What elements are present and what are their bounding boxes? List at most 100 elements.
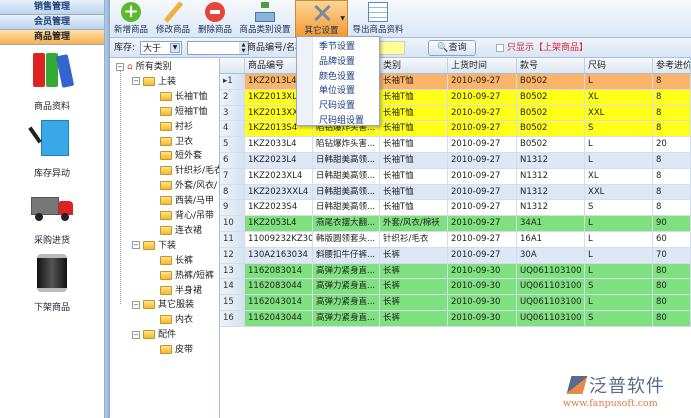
table-row[interactable]: 2 1KZ2013XL4 长袖T恤 2010-09-27 B0502 XL 8 (220, 89, 691, 106)
cell: 高弹力紧身直... (316, 281, 376, 292)
nav-section-sales[interactable]: 销售管理 (0, 0, 104, 15)
tree-node-category[interactable]: 外套/风衣/ (160, 179, 217, 193)
magnifier-icon: 🔍 (437, 43, 449, 53)
column-header[interactable]: 尺码 (585, 58, 653, 73)
nav-item-delisted[interactable]: 下架商品 (0, 252, 104, 313)
table-row[interactable]: 5 1KZ2033L4 陷钻爆炸头害... 长袖T恤 2010-09-27 B0502 L 2… (220, 137, 691, 153)
table-row[interactable]: 7 1KZ2023XL4 日韩甜美高领... 长袖T恤 2010-09-27 N1312 X… (220, 168, 691, 185)
tree-node-group[interactable]: − 配件 (132, 328, 176, 342)
tree-node-category[interactable]: 衬衫 (160, 120, 193, 134)
tree-node-category[interactable]: 内衣 (160, 313, 193, 327)
menu-item[interactable]: 尺码设置 (319, 99, 355, 113)
cell: 20 (656, 139, 667, 150)
only-show-label: 只显示【上架商品】 (507, 43, 589, 53)
delete-product-button[interactable]: 删除商品 (194, 0, 236, 38)
table-row[interactable]: 9 1KZ2023S4 日韩甜美高领... 长袖T恤 2010-09-27 N1312 S 8 (220, 200, 691, 217)
table-row[interactable]: 6 1KZ2023L4 日韩甜美高领... 长袖T恤 2010-09-27 N1312 L 8 (220, 153, 691, 169)
tree-node-label: 内衣 (175, 315, 194, 326)
table-cell: 高弹力紧身直... (313, 311, 380, 327)
column-header[interactable]: 类别 (380, 58, 448, 73)
table-cell: 外套/风衣/棉袄 (380, 216, 448, 232)
folder-icon (160, 255, 172, 265)
cell: 8 (656, 107, 662, 118)
column-header[interactable]: 参考进价 (653, 58, 691, 73)
cell: 长袖T恤 (383, 123, 414, 134)
edit-product-button[interactable]: 修改商品 (152, 0, 194, 38)
tree-node-category[interactable]: 长袖T恤 (160, 90, 208, 104)
table-row[interactable]: 12 130A2163034 斜腰扣牛仔裤... 长裤 2010-09-27 30A L 70 (220, 247, 691, 264)
table-row[interactable]: 10 1KZ2053L4 燕尾衣摆大翻... 外套/风衣/棉袄 2010-09-27 34… (220, 216, 691, 232)
other-settings-button[interactable]: 其它设置 ▼ (295, 0, 348, 38)
collapse-icon[interactable]: − (132, 77, 140, 86)
table-cell: N1312 (517, 168, 585, 185)
menu-item[interactable]: 单位设置 (319, 84, 355, 98)
table-row[interactable]: 4 1KZ2013S4 陷钻爆炸头害... 长袖T恤 2010-09-27 B0502 S 8 (220, 121, 691, 138)
export-products-button[interactable]: 导出商品资料 (350, 0, 406, 38)
button-label: 商品类别设置 (239, 25, 291, 35)
table-row[interactable]: 16 1162043044 高弹力紧身直... 长裤 2010-09-30 UQ06110… (220, 311, 691, 327)
collapse-icon[interactable]: − (132, 241, 140, 250)
table-cell: 2010-09-30 (448, 263, 517, 280)
cell: 1162083014 (248, 265, 303, 276)
trash-bin-icon (29, 252, 75, 298)
cell: B0502 (520, 76, 548, 86)
nav-item-product-info[interactable]: 商品资料 (0, 51, 104, 112)
table-cell: 1KZ2023S4 (245, 200, 313, 217)
tree-node-root[interactable]: − ⌂ 所有类别 (116, 60, 172, 74)
tree-node-group[interactable]: − 其它服装 (132, 298, 194, 312)
tree-node-category[interactable]: 短袖T恤 (160, 105, 208, 119)
table-cell: 6 (220, 153, 245, 169)
tree-node-category[interactable]: 西装/马甲 (160, 194, 214, 208)
nav-section-members[interactable]: 会员管理 (0, 15, 104, 30)
menu-item[interactable]: 品牌设置 (319, 55, 355, 69)
table-cell: 2010-09-27 (448, 247, 517, 264)
tree-node-group[interactable]: − 上装 (132, 75, 176, 89)
folder-icon (160, 166, 172, 176)
column-header[interactable]: 上货时间 (448, 58, 517, 73)
tree-node-category[interactable]: 背心/吊带 (160, 209, 214, 223)
table-row[interactable]: 11 11009232KZ3064韩版圆领套头... 针织衫/毛衣 2010-09-2… (220, 232, 691, 248)
cell: 2010-09-27 (451, 91, 501, 102)
menu-item[interactable]: 尺码组设置 (319, 114, 364, 128)
collapse-icon[interactable]: − (132, 330, 140, 339)
table-cell: 长袖T恤 (380, 184, 448, 201)
table-row[interactable]: 15 1162043014 高弹力紧身直... 长裤 2010-09-30 UQ06110… (220, 295, 691, 311)
tree-node-category[interactable]: 短外套 (160, 149, 202, 163)
table-cell: 90 (653, 216, 691, 232)
menu-item[interactable]: 季节设置 (319, 40, 355, 54)
nav-item-stock-change[interactable]: 库存异动 (0, 118, 104, 179)
tree-node-category[interactable]: 热裤/短裤 (160, 269, 214, 283)
table-cell: 长裤 (380, 295, 448, 311)
table-row[interactable]: 3 1KZ2013XXL4 长袖T恤 2010-09-27 B0502 XXL 8 (220, 105, 691, 122)
table-row[interactable]: 8 1KZ2023XXL4 日韩甜美高领... 长袖T恤 2010-09-27 N1312… (220, 184, 691, 201)
tree-node-category[interactable]: 针织衫/毛衣 (160, 164, 219, 178)
table-row[interactable]: ▸1 1KZ2013L4 长袖T恤 2010-09-27 B0502 L 8 (220, 74, 691, 90)
cell: 日韩甜美高领... (316, 186, 376, 197)
stock-value-stepper[interactable]: ▲ ▼ (187, 41, 249, 55)
tree-node-category[interactable]: 长裤 (160, 254, 193, 268)
menu-item[interactable]: 颜色设置 (319, 70, 355, 84)
nav-item-purchase[interactable]: 采购进货 (0, 185, 104, 246)
table-cell: 长袖T恤 (380, 74, 448, 90)
column-header[interactable] (220, 58, 245, 73)
collapse-icon[interactable]: − (132, 300, 140, 309)
nav-section-products[interactable]: 商品管理 (0, 30, 104, 45)
tree-node-category[interactable]: 连衣裙 (160, 224, 202, 238)
table-cell: 2010-09-27 (448, 232, 517, 248)
table-row[interactable]: 14 1162083044 高弹力紧身直... 长裤 2010-09-30 UQ06110… (220, 279, 691, 296)
tree-node-category[interactable]: 皮带 (160, 343, 193, 357)
table-cell: B0502 (517, 89, 585, 106)
category-settings-button[interactable]: 商品类别设置 (238, 0, 292, 38)
only-show-checkbox[interactable] (496, 44, 504, 52)
tree-node-group[interactable]: − 下装 (132, 239, 176, 253)
tree-node-category[interactable]: 半身裙 (160, 284, 202, 298)
folder-icon (160, 270, 172, 280)
compare-select[interactable]: 大于 ▼ (140, 41, 182, 55)
table-row[interactable]: 13 1162083014 高弹力紧身直... 长裤 2010-09-30 UQ06110… (220, 263, 691, 280)
query-button[interactable]: 🔍查询 (428, 40, 476, 56)
add-product-button[interactable]: + 新增商品 (110, 0, 152, 38)
cell: 日韩甜美高领... (316, 155, 376, 165)
column-header[interactable]: 款号 (517, 58, 585, 73)
tree-node-category[interactable]: 卫衣 (160, 135, 193, 149)
row-number: 11 (223, 234, 234, 244)
